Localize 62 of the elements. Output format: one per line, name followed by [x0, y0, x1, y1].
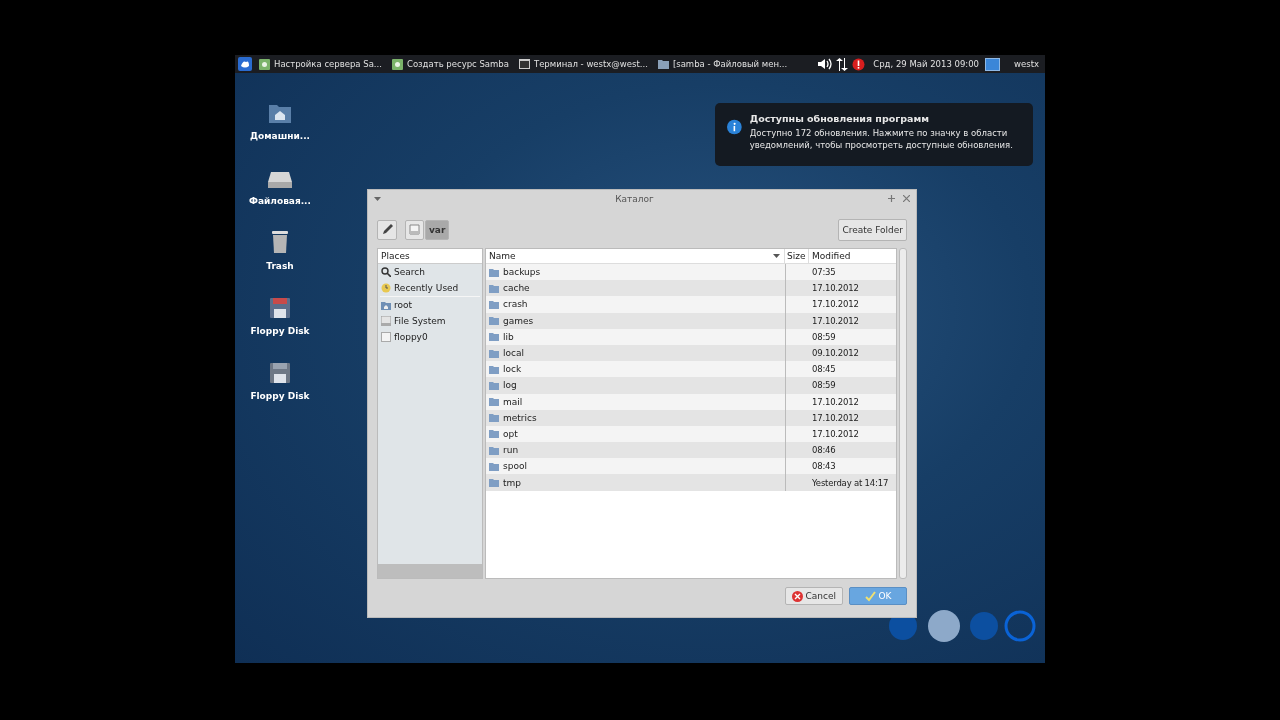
file-row[interactable]: run 08:46 [486, 442, 896, 459]
file-row[interactable]: lock 08:45 [486, 361, 896, 378]
file-row[interactable]: cache 17.10.2012 [486, 280, 896, 297]
place-item[interactable]: root [378, 297, 482, 313]
place-item[interactable]: Search [378, 264, 482, 280]
desktop-icon-label[interactable]: Домашни... [250, 131, 310, 141]
modified-date: 17.10.2012 [811, 298, 860, 312]
file-name: games [503, 315, 534, 326]
place-item[interactable]: floppy0 [378, 329, 482, 345]
file-name: log [503, 380, 517, 391]
file-row[interactable]: tmp Yesterday at 14:17 [486, 474, 896, 491]
modified-date: 08:46 [811, 444, 837, 458]
file-name: spool [503, 461, 527, 472]
modified-date: 17.10.2012 [811, 427, 860, 441]
place-item[interactable]: File System [378, 313, 482, 329]
file-name: metrics [503, 412, 537, 423]
notification-title: Доступны обновления программ [749, 113, 930, 124]
user-name[interactable]: westx [1014, 59, 1039, 69]
modified-date: 08:59 [811, 330, 837, 344]
modified-date: 08:43 [811, 460, 837, 474]
modified-date: 17.10.2012 [811, 395, 860, 409]
file-name: run [503, 445, 519, 456]
task-button[interactable]: Создать ресурс Samba [388, 58, 512, 70]
notification-message: Доступно 172 обновления. Нажмите по значку в области уведомлений, чтобы просмотреть доступные обновления. [749, 127, 1014, 151]
places-header: Places [378, 249, 482, 264]
file-row[interactable]: spool 08:43 [486, 458, 896, 475]
desktop-icon-label[interactable]: Floppy Disk [250, 326, 310, 336]
modified-date: Yesterday at 14:17 [811, 476, 890, 490]
file-name: mail [503, 396, 523, 407]
task-button[interactable]: [samba - Файловый мен... [654, 59, 791, 69]
file-row[interactable]: log 08:59 [486, 377, 896, 394]
path-button[interactable]: var [425, 219, 450, 240]
file-name: crash [503, 299, 528, 310]
modified-date: 17.10.2012 [811, 282, 860, 296]
place-item[interactable]: Recently Used [378, 280, 482, 296]
dialog-button[interactable]: Cancel [784, 587, 843, 605]
column-header[interactable]: Name [486, 249, 785, 263]
file-name: lib [503, 331, 514, 342]
window-title: Каталог [614, 193, 655, 204]
file-name: backups [503, 267, 541, 278]
desktop-icon-label[interactable]: Trash [266, 261, 294, 271]
file-name: lock [503, 364, 522, 375]
modified-date: 09.10.2012 [811, 347, 860, 361]
column-header[interactable]: Modified [809, 249, 896, 263]
modified-date: 08:45 [811, 363, 837, 377]
modified-date: 17.10.2012 [811, 411, 860, 425]
file-row[interactable]: crash 17.10.2012 [486, 296, 896, 313]
file-row[interactable]: backups 07:35 [486, 264, 896, 281]
file-name: local [503, 348, 524, 359]
create-folder-button[interactable]: Create Folder [838, 218, 907, 241]
desktop-icon-label[interactable]: Файловая... [249, 196, 311, 206]
file-name: tmp [503, 477, 521, 488]
file-name: cache [503, 283, 530, 294]
file-name: opt [503, 428, 518, 439]
modified-date: 07:35 [811, 266, 837, 280]
desktop-icon-label[interactable]: Floppy Disk [250, 391, 310, 401]
task-button[interactable]: Настройка сервера Sa... [256, 58, 385, 70]
modified-date: 08:59 [811, 379, 837, 393]
clock[interactable]: Срд, 29 Май 2013 09:00 [873, 59, 979, 69]
modified-date: 17.10.2012 [811, 314, 860, 328]
column-header[interactable]: Size [785, 249, 809, 263]
task-button[interactable]: Терминал - westx@west... [515, 59, 651, 69]
